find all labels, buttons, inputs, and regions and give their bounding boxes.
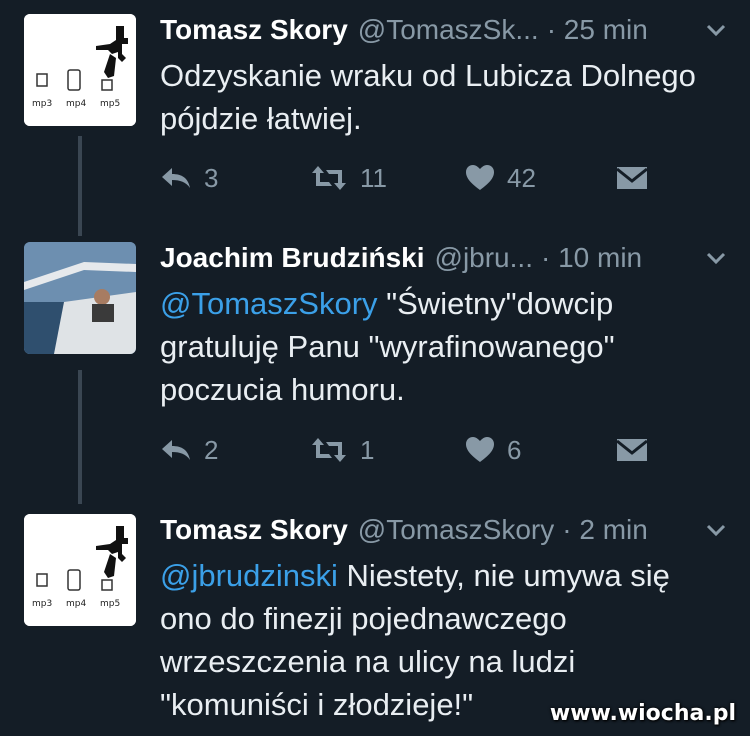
like-button[interactable]: 42: [465, 158, 536, 198]
display-name[interactable]: Tomasz Skory: [160, 14, 348, 46]
svg-text:mp3: mp3: [32, 599, 52, 609]
retweet-icon: [312, 166, 346, 190]
display-name[interactable]: Joachim Brudziński: [160, 242, 425, 274]
display-name[interactable]: Tomasz Skory: [160, 514, 348, 546]
tweet[interactable]: mp3 mp4 mp5 Tomasz Skory @TomaszSk... · …: [0, 10, 750, 210]
reply-count: 3: [204, 162, 219, 193]
avatar[interactable]: [24, 242, 136, 354]
retweet-icon: [312, 438, 346, 462]
chevron-down-icon[interactable]: [702, 16, 730, 44]
retweet-count: 1: [360, 434, 375, 465]
retweet-button[interactable]: 1: [310, 430, 374, 470]
gun-logo-icon: mp3 mp4 mp5: [24, 514, 136, 626]
mention-link[interactable]: @TomaszSkory: [160, 286, 378, 321]
chevron-down-icon[interactable]: [702, 516, 730, 544]
heart-icon: [466, 165, 494, 190]
reply-icon: [162, 440, 190, 460]
user-handle[interactable]: @TomaszSk...: [358, 14, 539, 46]
tweet-actions: 2 1 6: [160, 430, 680, 470]
user-handle[interactable]: @TomaszSkory: [358, 514, 554, 546]
photo-avatar: [24, 242, 136, 354]
gun-logo-icon: mp3 mp4 mp5: [24, 14, 136, 126]
svg-text:mp5: mp5: [100, 99, 120, 109]
reply-button[interactable]: 3: [160, 158, 218, 198]
message-button[interactable]: [615, 430, 649, 470]
heart-icon: [466, 437, 494, 462]
reply-icon: [162, 168, 190, 188]
retweet-count: 11: [360, 162, 387, 193]
envelope-icon: [616, 439, 648, 461]
envelope-icon: [616, 167, 648, 189]
svg-text:mp4: mp4: [66, 99, 86, 109]
svg-text:mp4: mp4: [66, 599, 86, 609]
tweet-text: Odzyskanie wraku od Lubicza Dolnego pójd…: [160, 54, 726, 140]
message-button[interactable]: [615, 158, 649, 198]
tweet-body: Odzyskanie wraku od Lubicza Dolnego pójd…: [160, 58, 696, 136]
reply-button[interactable]: 2: [160, 430, 218, 470]
retweet-button[interactable]: 11: [310, 158, 387, 198]
timestamp[interactable]: · 2 min: [562, 514, 648, 546]
mention-link[interactable]: @jbrudzinski: [160, 558, 338, 593]
avatar[interactable]: mp3 mp4 mp5: [24, 514, 136, 626]
like-count: 42: [507, 162, 536, 193]
svg-text:mp5: mp5: [100, 599, 120, 609]
watermark: www.wiocha.pl: [549, 701, 736, 726]
timestamp[interactable]: · 10 min: [541, 242, 642, 274]
avatar[interactable]: mp3 mp4 mp5: [24, 14, 136, 126]
chevron-down-icon[interactable]: [702, 244, 730, 272]
tweet-actions: 3 11 42: [160, 158, 680, 198]
tweet-text: @TomaszSkory "Świetny"dowcip gratuluję P…: [160, 282, 680, 411]
tweet-header: Joachim Brudziński @jbru... · 10 min: [160, 238, 730, 278]
tweet[interactable]: Joachim Brudziński @jbru... · 10 min @To…: [0, 238, 750, 478]
timestamp[interactable]: · 25 min: [547, 14, 648, 46]
tweet-header: Tomasz Skory @TomaszSk... · 25 min: [160, 10, 730, 50]
reply-count: 2: [204, 434, 219, 465]
like-count: 6: [507, 434, 522, 465]
svg-text:mp3: mp3: [32, 99, 52, 109]
user-handle[interactable]: @jbru...: [435, 242, 533, 274]
like-button[interactable]: 6: [465, 430, 521, 470]
tweet-header: Tomasz Skory @TomaszSkory · 2 min: [160, 510, 730, 550]
